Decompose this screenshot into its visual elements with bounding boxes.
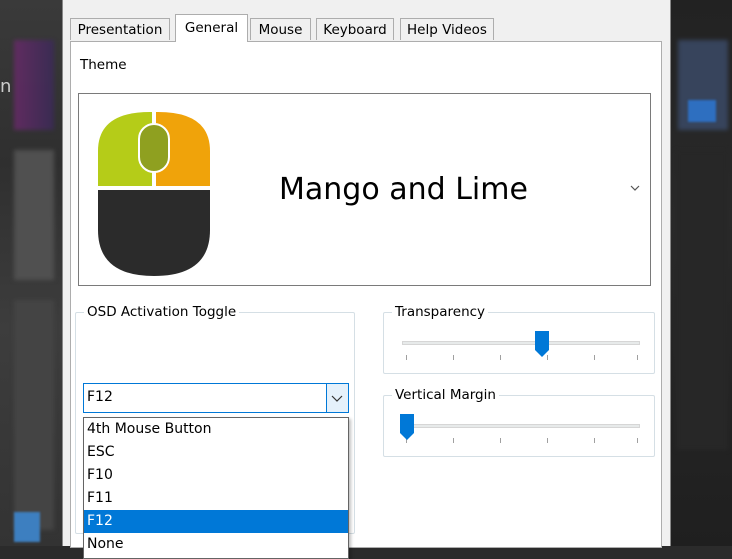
slider-tick [594, 438, 595, 443]
transparency-slider-thumb[interactable] [534, 330, 550, 358]
vertical-margin-group: Vertical Margin [383, 387, 655, 457]
dropdown-option[interactable]: 4th Mouse Button [84, 418, 348, 441]
transparency-slider-track[interactable] [402, 341, 640, 345]
osd-toggle-combobox[interactable]: F12 [83, 383, 349, 413]
general-tab-panel: Theme Mango and Lime OSD Activation Togg… [70, 41, 662, 559]
slider-tick [453, 355, 454, 360]
combobox-dropdown-button[interactable] [326, 384, 348, 412]
slider-tick [637, 355, 638, 360]
dropdown-option-selected[interactable]: F12 [84, 510, 348, 533]
slider-tick [594, 355, 595, 360]
tab-presentation[interactable]: Presentation [70, 18, 170, 40]
chevron-down-icon [331, 395, 343, 402]
slider-tick [453, 438, 454, 443]
vertical-margin-label: Vertical Margin [392, 387, 499, 403]
dropdown-option[interactable]: F11 [84, 487, 348, 510]
slider-tick [406, 355, 407, 360]
background-window-right [670, 0, 732, 546]
dropdown-option[interactable]: F10 [84, 464, 348, 487]
slider-tick [637, 438, 638, 443]
dropdown-option[interactable]: ESC [84, 441, 348, 464]
background-blur [14, 300, 54, 530]
theme-group-title: Theme [77, 57, 130, 73]
background-text: n [0, 76, 12, 97]
slider-tick [547, 438, 548, 443]
vertical-margin-slider-thumb[interactable] [399, 413, 415, 441]
tab-help-videos[interactable]: Help Videos [400, 18, 494, 40]
theme-select[interactable]: Mango and Lime [78, 93, 651, 286]
osd-toggle-dropdown-list: 4th Mouse Button ESC F10 F11 F12 None [83, 417, 349, 559]
osd-group-title: OSD Activation Toggle [84, 304, 240, 320]
slider-tick [500, 438, 501, 443]
tab-keyboard[interactable]: Keyboard [316, 18, 394, 40]
theme-name: Mango and Lime [279, 172, 528, 207]
background-blur [14, 512, 40, 542]
transparency-group: Transparency [383, 304, 655, 374]
osd-toggle-value: F12 [87, 389, 113, 405]
background-blur [688, 100, 716, 122]
mouse-theme-icon [98, 112, 210, 276]
background-blur [14, 150, 54, 280]
settings-dialog: Presentation General Mouse Keyboard Help… [62, 0, 671, 559]
slider-tick [500, 355, 501, 360]
vertical-margin-slider-track[interactable] [402, 424, 640, 428]
background-blur [14, 40, 54, 130]
background-window-left: n [0, 0, 62, 546]
tab-mouse[interactable]: Mouse [250, 18, 311, 40]
background-blur [676, 150, 728, 450]
tab-general[interactable]: General [175, 14, 248, 42]
transparency-label: Transparency [392, 304, 489, 320]
dropdown-option[interactable]: None [84, 533, 348, 556]
chevron-down-icon[interactable] [629, 182, 641, 194]
